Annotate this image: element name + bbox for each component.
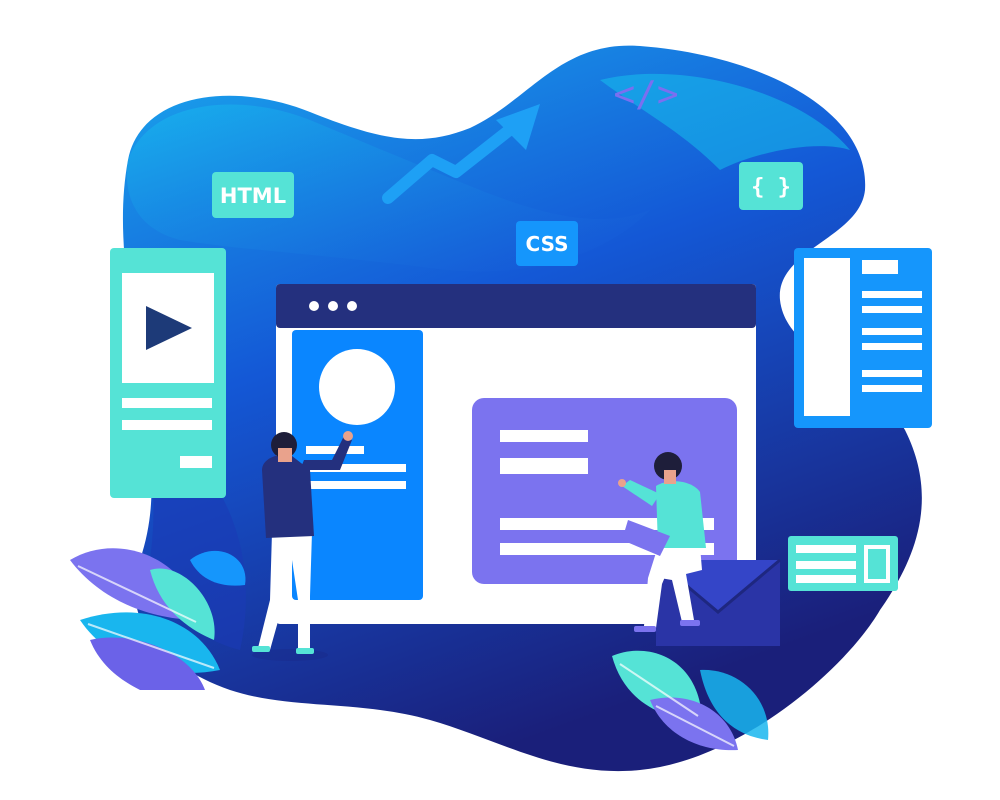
braces-tag-label: { } xyxy=(751,175,791,200)
html-tag-label: HTML xyxy=(220,184,286,208)
window-dots-icon xyxy=(309,301,357,311)
document-card xyxy=(794,248,932,428)
css-tag: CSS xyxy=(516,221,578,266)
small-id-card xyxy=(788,536,898,591)
html-tag: HTML xyxy=(212,172,294,218)
code-tag-label: </> xyxy=(613,74,678,115)
css-tag-label: CSS xyxy=(526,232,569,256)
avatar-placeholder xyxy=(319,349,395,425)
video-card xyxy=(110,248,226,498)
braces-tag: { } xyxy=(739,162,803,210)
illustration-scene: </> HTML CSS { } xyxy=(70,45,932,772)
